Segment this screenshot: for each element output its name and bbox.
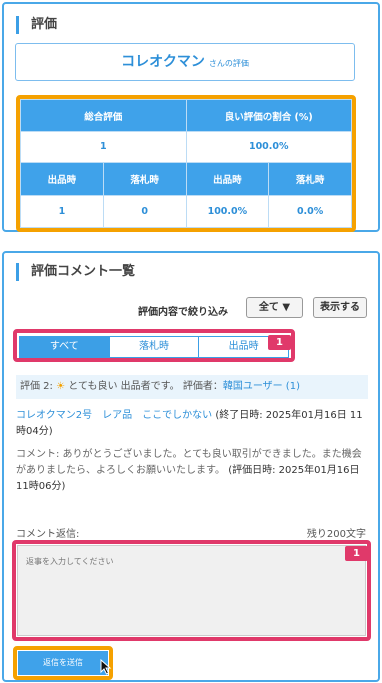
header-total: 総合評価	[20, 99, 187, 132]
remaining-chars: 残り200文字	[306, 529, 366, 540]
evaluation-title: 評価	[16, 16, 57, 34]
value-total: 1	[20, 131, 187, 163]
item-title-link[interactable]: コレオクマン2号 レア品 ここでしかない	[16, 410, 212, 421]
user-name-suffix: さんの評価	[208, 59, 249, 68]
reply-textarea[interactable]	[17, 545, 366, 636]
reply-label: コメント返信:	[16, 529, 80, 540]
value-seller-ratio: 100.0%	[185, 194, 270, 228]
send-reply-button[interactable]: 返信を送信	[18, 651, 108, 675]
tabs-highlight: すべて 落札時 出品時 1	[13, 329, 295, 362]
item-info: コレオクマン2号 レア品 ここでしかない (終了日時: 2025年01月16日 …	[16, 408, 368, 440]
rater-link[interactable]: 韓国ユーザー (1)	[223, 381, 300, 392]
user-name-box: コレオクマン さんの評価	[15, 43, 355, 81]
mouse-pointer-icon	[100, 659, 112, 675]
header-bidder: 落札時	[102, 161, 187, 196]
filter-label: 評価内容で絞り込み	[138, 307, 228, 318]
tabs-badge: 1	[268, 335, 291, 350]
tab-all[interactable]: すべて	[20, 337, 110, 357]
tab-bar: すべて 落札時 出品時	[19, 336, 289, 358]
evaluation-table-highlight: 総合評価 良い評価の割合 (%) 1 100.0% 出品時 落札時 出品時 落札…	[16, 95, 356, 232]
header-seller: 出品時	[20, 161, 104, 196]
comments-card: 評価コメント一覧 評価内容で絞り込み 全て ▼ 表示する すべて 落札時 出品時…	[2, 251, 380, 682]
send-highlight: 返信を送信	[13, 646, 113, 680]
sun-icon: ☀	[56, 381, 66, 392]
header-bidder-ratio: 落札時	[268, 161, 352, 196]
rating-text: とても良い 出品者です。 評価者：	[68, 381, 223, 392]
rating-prefix: 評価 2:	[20, 381, 53, 392]
evaluation-card: 評価 コレオクマン さんの評価 総合評価 良い評価の割合 (%) 1 100.0%…	[2, 2, 380, 232]
comment-body: コメント: ありがとうございました。とても良い取引ができました。また機会がありま…	[16, 447, 368, 495]
filter-select[interactable]: 全て ▼	[246, 297, 303, 318]
evaluation-table: 総合評価 良い評価の割合 (%) 1 100.0% 出品時 落札時 出品時 落札…	[20, 99, 352, 228]
value-bidder-ratio: 0.0%	[268, 194, 352, 228]
value-seller: 1	[20, 194, 104, 228]
value-bidder: 0	[102, 194, 187, 228]
show-button[interactable]: 表示する	[313, 297, 367, 318]
header-ratio: 良い評価の割合 (%)	[185, 99, 352, 132]
reply-highlight: 1	[12, 540, 371, 641]
tab-bidder[interactable]: 落札時	[109, 337, 200, 357]
user-name: コレオクマン	[121, 54, 205, 70]
comments-title: 評価コメント一覧	[16, 263, 135, 281]
value-ratio: 100.0%	[185, 131, 352, 163]
reply-badge: 1	[345, 546, 368, 561]
rating-info-bar: 評価 2: ☀ とても良い 出品者です。 評価者：韓国ユーザー (1)	[16, 375, 368, 399]
header-seller-ratio: 出品時	[185, 161, 270, 196]
